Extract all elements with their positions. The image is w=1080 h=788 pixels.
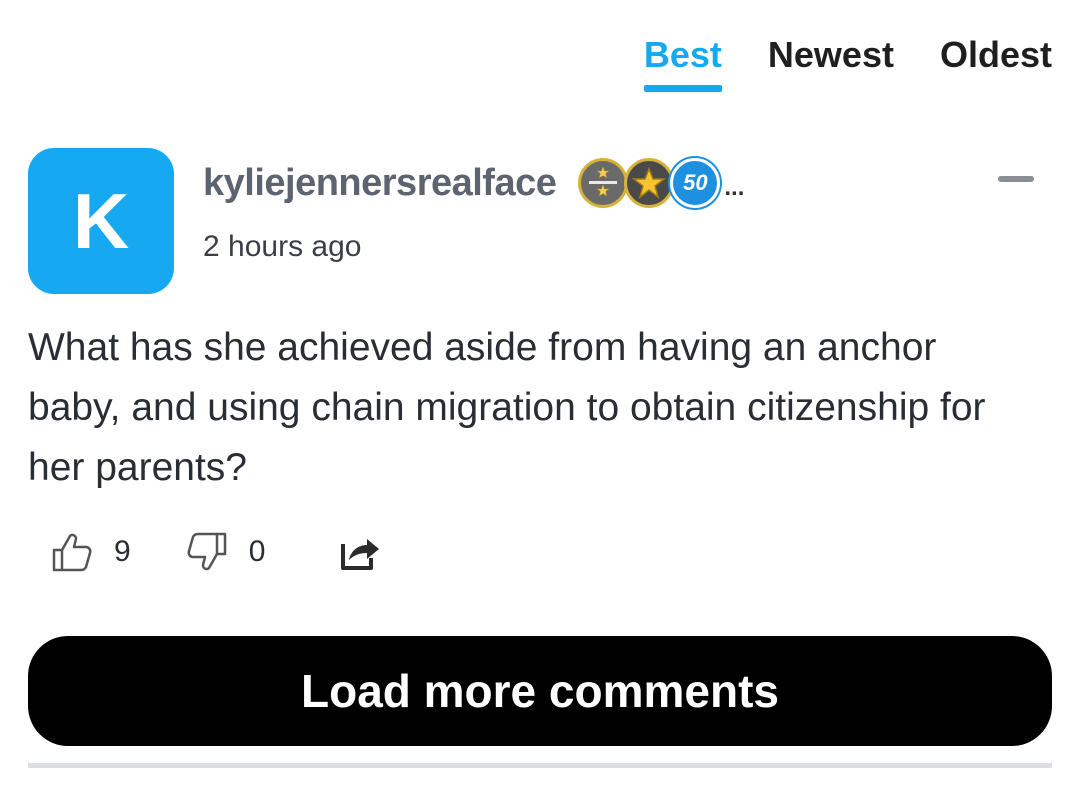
badges[interactable]: 50 ... bbox=[578, 158, 744, 208]
star-badge-icon bbox=[624, 158, 675, 208]
username[interactable]: kyliejennersrealface bbox=[203, 162, 557, 205]
stars-badge-icon bbox=[578, 158, 629, 208]
comment-text: What has she achieved aside from having … bbox=[28, 326, 986, 489]
divider bbox=[28, 763, 1052, 768]
thumbs-up-icon bbox=[52, 533, 92, 572]
tab-newest[interactable]: Newest bbox=[768, 34, 894, 86]
thumbs-down-icon bbox=[187, 532, 226, 571]
share-icon bbox=[341, 539, 380, 570]
load-more-comments-button[interactable]: Load more comments bbox=[28, 636, 1052, 746]
like-count: 9 bbox=[114, 535, 131, 568]
comment-actions: 9 0 bbox=[48, 528, 383, 576]
timestamp: 2 hours ago bbox=[203, 230, 362, 263]
collapse-icon[interactable] bbox=[998, 176, 1034, 182]
sort-tabs: Best Newest Oldest bbox=[643, 34, 1052, 92]
dislike-button[interactable]: 0 bbox=[183, 528, 266, 576]
tab-oldest[interactable]: Oldest bbox=[940, 34, 1052, 86]
like-button[interactable]: 9 bbox=[48, 528, 131, 576]
comment-meta: kyliejennersrealface 50 ... 2 hours ago bbox=[203, 158, 744, 264]
username-row: kyliejennersrealface 50 ... bbox=[203, 158, 744, 208]
more-badges-indicator: ... bbox=[724, 174, 745, 201]
dislike-count: 0 bbox=[248, 535, 266, 568]
level-badge: 50 bbox=[670, 158, 721, 208]
avatar[interactable]: K bbox=[28, 148, 174, 294]
tab-best[interactable]: Best bbox=[643, 34, 722, 92]
share-button[interactable] bbox=[335, 528, 383, 576]
